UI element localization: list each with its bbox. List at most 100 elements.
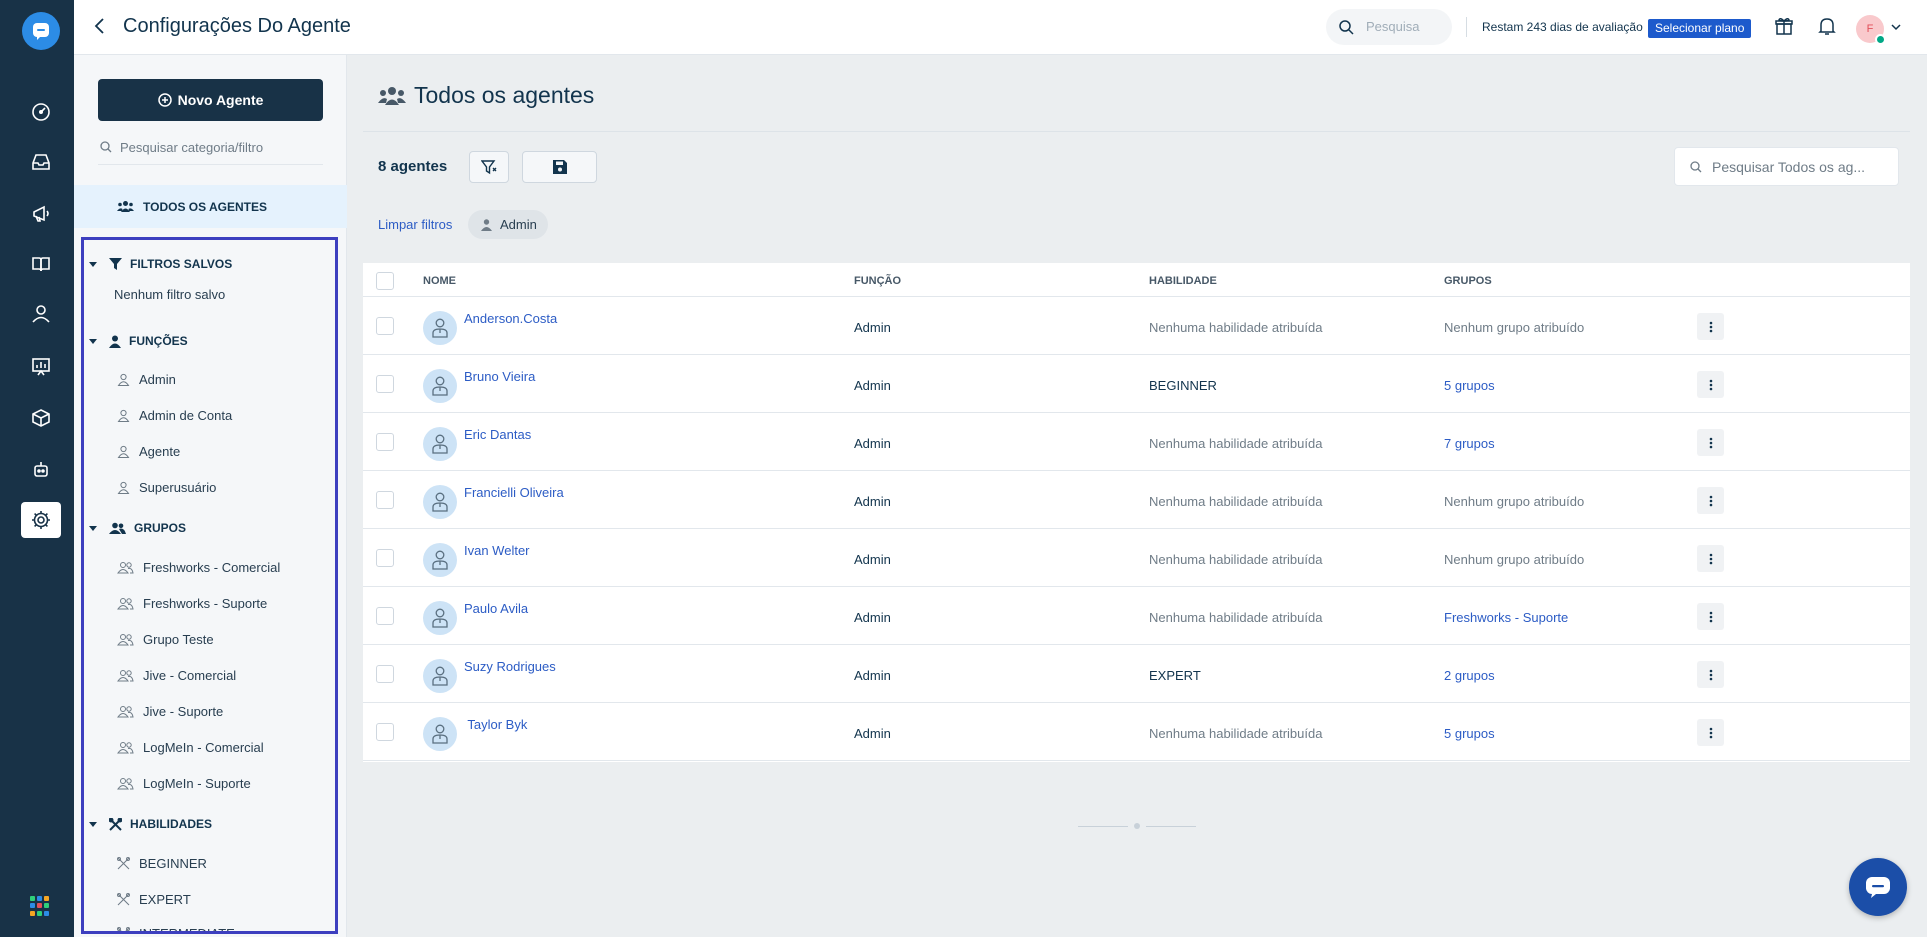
dashboard-icon[interactable] <box>21 94 61 130</box>
gear-icon[interactable] <box>21 502 61 538</box>
sidebar-item-group[interactable]: Grupo Teste <box>84 626 214 652</box>
row-checkbox[interactable] <box>376 665 394 683</box>
agents-search-input[interactable]: Pesquisar Todos os ag... <box>1674 147 1899 186</box>
chevron-down-icon[interactable] <box>1891 23 1901 31</box>
sidebar-item-skill[interactable]: BEGINNER <box>84 850 207 876</box>
chat-launcher-button[interactable] <box>1849 858 1907 916</box>
agent-groups-link[interactable]: 7 grupos <box>1444 436 1495 451</box>
inbox-icon[interactable] <box>21 144 61 180</box>
group-label: Grupo Teste <box>143 631 214 647</box>
column-groups[interactable]: GRUPOS <box>1444 275 1492 287</box>
row-actions-button[interactable] <box>1697 429 1724 456</box>
filter-button[interactable] <box>469 151 509 183</box>
row-actions-button[interactable] <box>1697 719 1724 746</box>
agent-groups-link[interactable]: Freshworks - Suporte <box>1444 610 1568 625</box>
chat-logo-icon[interactable] <box>22 12 60 50</box>
agent-name-link[interactable]: Paulo Avila <box>464 601 528 616</box>
table-row[interactable]: Ivan Welter Admin Nenhuma habilidade atr… <box>363 529 1910 587</box>
sidebar-item-group[interactable]: LogMeIn - Suporte <box>84 770 251 796</box>
book-icon[interactable] <box>21 246 61 282</box>
back-arrow-icon[interactable] <box>90 16 110 36</box>
row-actions-button[interactable] <box>1697 661 1724 688</box>
reports-icon[interactable] <box>21 348 61 384</box>
row-checkbox[interactable] <box>376 375 394 393</box>
user-icon <box>117 445 130 458</box>
agents-search-placeholder: Pesquisar Todos os ag... <box>1712 159 1866 175</box>
roles-header[interactable]: FUNÇÕES <box>84 328 188 354</box>
agent-skill: Nenhuma habilidade atribuída <box>1149 610 1323 625</box>
active-filter-chip[interactable]: Admin <box>468 210 548 239</box>
table-row[interactable]: Suzy Rodrigues Admin EXPERT 2 grupos <box>363 645 1910 703</box>
sidebar-item-skill[interactable]: EXPERT <box>84 886 191 912</box>
agent-name-link[interactable]: Ivan Welter <box>464 543 530 558</box>
apps-grid-icon[interactable] <box>30 896 50 916</box>
row-actions-button[interactable] <box>1697 603 1724 630</box>
sidebar-item-group[interactable]: Jive - Suporte <box>84 698 223 724</box>
row-checkbox[interactable] <box>376 317 394 335</box>
group-label: Jive - Suporte <box>143 703 224 719</box>
sidebar-item-role[interactable]: Admin de Conta <box>84 402 232 428</box>
contact-icon[interactable] <box>21 296 61 332</box>
row-actions-button[interactable] <box>1697 545 1724 572</box>
user-icon <box>481 218 492 231</box>
column-name[interactable]: NOME <box>423 275 456 287</box>
select-all-checkbox[interactable] <box>376 272 394 290</box>
row-checkbox[interactable] <box>376 433 394 451</box>
agent-groups-link[interactable]: 5 grupos <box>1444 378 1495 393</box>
global-search-input[interactable]: Pesquisa <box>1326 9 1452 45</box>
online-status-dot <box>1875 34 1886 45</box>
bell-icon[interactable] <box>1818 16 1836 36</box>
agent-skill: Nenhuma habilidade atribuída <box>1149 494 1323 509</box>
megaphone-icon[interactable] <box>21 196 61 232</box>
sidebar-item-group[interactable]: LogMeIn - Comercial <box>84 734 264 760</box>
bot-icon[interactable] <box>21 452 61 488</box>
table-row[interactable]: Eric Dantas Admin Nenhuma habilidade atr… <box>363 413 1910 471</box>
row-actions-button[interactable] <box>1697 487 1724 514</box>
sidebar-item-all-agents[interactable]: TODOS OS AGENTES <box>74 185 347 228</box>
sidebar-item-group[interactable]: Freshworks - Suporte <box>84 590 267 616</box>
skills-header[interactable]: HABILIDADES <box>84 811 212 837</box>
agent-groups-link[interactable]: 5 grupos <box>1444 726 1495 741</box>
new-agent-button[interactable]: Novo Agente <box>98 79 323 121</box>
user-icon <box>432 376 448 396</box>
table-row[interactable]: Paulo Avila Admin Nenhuma habilidade atr… <box>363 587 1910 645</box>
sidebar-item-group[interactable]: Freshworks - Comercial <box>84 554 280 580</box>
select-plan-button[interactable]: Selecionar plano <box>1648 19 1752 38</box>
trial-text: Restam 243 dias de avaliação <box>1482 20 1643 34</box>
row-actions-button[interactable] <box>1697 313 1724 340</box>
sidebar-item-group[interactable]: Jive - Comercial <box>84 662 236 688</box>
group-icon <box>117 669 134 681</box>
sidebar-item-skill[interactable]: INTERMEDIATE <box>84 920 235 931</box>
agent-name-link[interactable]: Taylor Byk <box>464 717 527 732</box>
sidebar-item-role[interactable]: Superusuário <box>84 474 216 500</box>
cube-icon[interactable] <box>21 400 61 436</box>
column-skill[interactable]: HABILIDADE <box>1149 275 1217 287</box>
table-row[interactable]: Anderson.Costa Admin Nenhuma habilidade … <box>363 297 1910 355</box>
save-filter-button[interactable] <box>522 151 597 183</box>
gift-icon[interactable] <box>1774 16 1794 36</box>
agent-name-link[interactable]: Anderson.Costa <box>464 311 557 326</box>
table-row[interactable]: Bruno Vieira Admin BEGINNER 5 grupos <box>363 355 1910 413</box>
table-row[interactable]: Taylor Byk Admin Nenhuma habilidade atri… <box>363 703 1910 761</box>
row-checkbox[interactable] <box>376 491 394 509</box>
row-actions-button[interactable] <box>1697 371 1724 398</box>
column-role[interactable]: FUNÇÃO <box>854 275 901 287</box>
clear-filters-link[interactable]: Limpar filtros <box>378 217 452 232</box>
agent-name-link[interactable]: Suzy Rodrigues <box>464 659 556 674</box>
agent-name-link[interactable]: Bruno Vieira <box>464 369 535 384</box>
filter-icon <box>109 257 122 270</box>
table-row[interactable]: Francielli Oliveira Admin Nenhuma habili… <box>363 471 1910 529</box>
sidebar-item-role[interactable]: Admin <box>84 366 176 392</box>
user-avatar[interactable]: F <box>1856 15 1886 45</box>
agent-name-link[interactable]: Francielli Oliveira <box>464 485 564 500</box>
agent-name-link[interactable]: Eric Dantas <box>464 427 531 442</box>
sidebar-item-role[interactable]: Agente <box>84 438 180 464</box>
row-checkbox[interactable] <box>376 549 394 567</box>
groups-header[interactable]: GRUPOS <box>84 515 186 541</box>
agent-groups-link[interactable]: 2 grupos <box>1444 668 1495 683</box>
row-checkbox[interactable] <box>376 607 394 625</box>
saved-filters-header[interactable]: FILTROS SALVOS <box>84 251 232 277</box>
page-title: Configurações Do Agente <box>123 15 351 37</box>
row-checkbox[interactable] <box>376 723 394 741</box>
category-search-input[interactable]: Pesquisar categoria/filtro <box>98 137 323 165</box>
